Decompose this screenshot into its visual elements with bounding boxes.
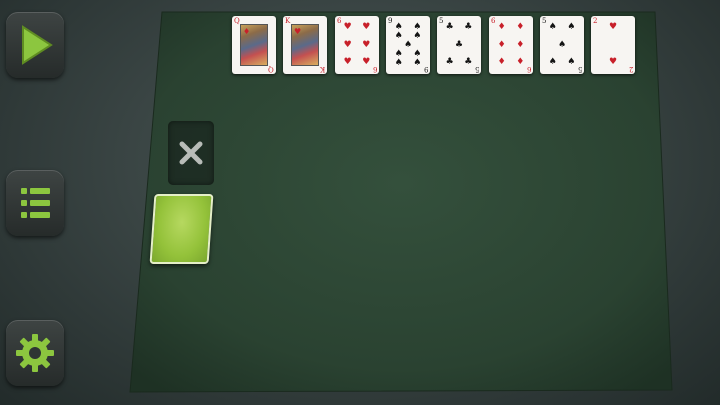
- suit-pip: ♥: [294, 26, 302, 36]
- suit-pip: ♥: [362, 22, 371, 32]
- suit-pip: ♠: [413, 31, 422, 41]
- suit-pip: ♠: [567, 22, 576, 32]
- suit-pip: ♠: [413, 58, 422, 68]
- close-x-icon: [179, 141, 203, 165]
- suit-pip: ♦: [516, 57, 525, 67]
- face-card-artwork: ♦: [240, 24, 268, 66]
- card-rank: 6: [337, 17, 342, 25]
- menu-list-icon: [21, 188, 50, 218]
- suit-pip: ♣: [454, 39, 464, 50]
- suit-pip: ♦: [497, 22, 506, 32]
- suit-pip: ♥: [362, 39, 371, 50]
- stock-pile-empty[interactable]: [168, 121, 214, 185]
- game-table: Q Q ♦ K K ♥ 6 6 ♥ ♥ ♥ ♥ ♥ ♥ 9 9 ♠ ♠ ♠ ♠ ♠ ♠ ♠ ♠ ♠ 5 5 ♣ ♣ ♣ ♣ ♣ 6 6 ♦ ♦ ♦ ♦ ♦ ♦…: [0, 0, 720, 405]
- card-rank: 2: [593, 17, 598, 25]
- playing-card[interactable]: K K ♥: [283, 16, 327, 74]
- suit-pip: ♥: [343, 39, 352, 50]
- suit-pip: ♠: [548, 22, 557, 32]
- playing-card[interactable]: 2 2 ♥ ♥: [591, 16, 635, 74]
- card-pips: ♥ ♥ ♥ ♥ ♥ ♥: [343, 23, 371, 67]
- suit-pip: ♦: [497, 39, 506, 50]
- card-rank: 2: [628, 65, 633, 73]
- suit-pip: ♠: [403, 40, 413, 50]
- card-pips: ♣ ♣ ♣ ♣ ♣: [445, 23, 473, 67]
- suit-pip: ♠: [548, 57, 557, 67]
- suit-pip: ♥: [343, 22, 352, 32]
- card-rank: 9: [423, 65, 428, 73]
- suit-pip: ♥: [608, 57, 618, 67]
- card-rank: 6: [526, 65, 531, 73]
- suit-pip: ♦: [243, 26, 251, 36]
- suit-pip: ♥: [362, 57, 371, 67]
- suit-pip: ♣: [445, 22, 454, 32]
- settings-button[interactable]: [6, 320, 64, 386]
- card-rank: 6: [372, 65, 377, 73]
- play-button[interactable]: [6, 12, 64, 78]
- card-rank: 5: [542, 17, 547, 25]
- card-rank: K: [285, 17, 291, 25]
- card-back-draw-pile[interactable]: [149, 194, 214, 264]
- suit-pip: ♥: [608, 22, 618, 32]
- suit-pip: ♣: [464, 22, 473, 32]
- card-rank: Q: [268, 65, 274, 73]
- card-rank: K: [319, 65, 325, 73]
- suit-pip: ♦: [516, 22, 525, 32]
- playing-card[interactable]: 9 9 ♠ ♠ ♠ ♠ ♠ ♠ ♠ ♠ ♠: [386, 16, 430, 74]
- suit-pip: ♦: [497, 57, 506, 67]
- suit-pip: ♥: [343, 57, 352, 67]
- card-rank: 5: [577, 65, 582, 73]
- card-rank: 6: [491, 17, 496, 25]
- gear-icon: [16, 334, 54, 372]
- playing-card[interactable]: 5 5 ♣ ♣ ♣ ♣ ♣: [437, 16, 481, 74]
- suit-pip: ♠: [567, 57, 576, 67]
- suit-pip: ♦: [516, 39, 525, 50]
- play-icon: [22, 25, 53, 65]
- playing-card[interactable]: 5 5 ♠ ♠ ♠ ♠ ♠: [540, 16, 584, 74]
- menu-button[interactable]: [6, 170, 64, 236]
- playing-card[interactable]: Q Q ♦: [232, 16, 276, 74]
- suit-pip: ♠: [394, 31, 403, 41]
- card-pips: ♠ ♠ ♠ ♠ ♠ ♠ ♠ ♠ ♠: [394, 23, 422, 68]
- card-pips: ♦ ♦ ♦ ♦ ♦ ♦: [497, 23, 525, 67]
- playing-card[interactable]: 6 6 ♦ ♦ ♦ ♦ ♦ ♦: [489, 16, 533, 74]
- card-pips: ♠ ♠ ♠ ♠ ♠: [548, 23, 576, 67]
- suit-pip: ♣: [464, 57, 473, 67]
- playing-card[interactable]: 6 6 ♥ ♥ ♥ ♥ ♥ ♥: [335, 16, 379, 74]
- face-card-artwork: ♥: [291, 24, 319, 66]
- card-rank: 5: [439, 17, 444, 25]
- card-rank: 9: [388, 17, 393, 25]
- card-rank: 5: [474, 65, 479, 73]
- card-pips: ♥ ♥: [599, 23, 627, 67]
- suit-pip: ♠: [394, 58, 403, 68]
- suit-pip: ♠: [557, 39, 567, 50]
- card-rank: Q: [234, 17, 240, 25]
- suit-pip: ♣: [445, 57, 454, 67]
